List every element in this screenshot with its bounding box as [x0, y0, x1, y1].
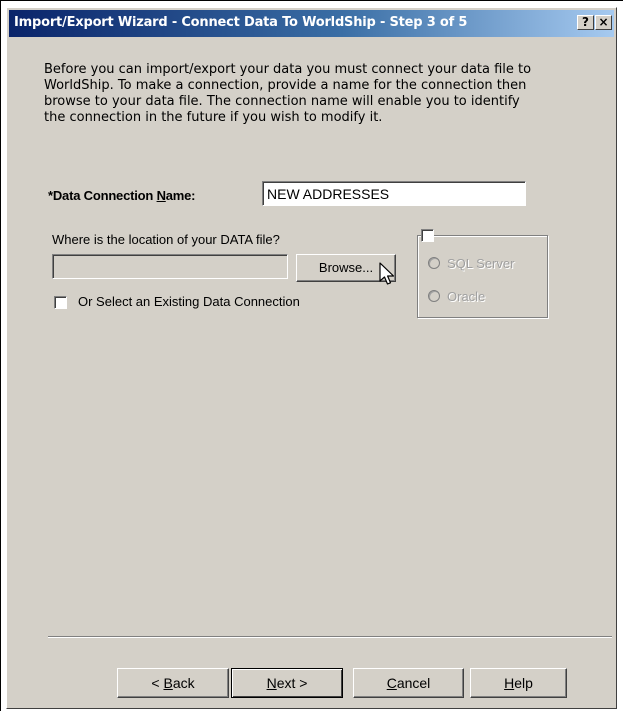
cancel-rest: ancel [396, 675, 431, 691]
sql-server-radio[interactable] [428, 257, 440, 269]
screenshot-frame: Import/Export Wizard - Connect Data To W… [0, 0, 623, 711]
label-mnemonic: N [156, 188, 166, 203]
title-bar[interactable]: Import/Export Wizard - Connect Data To W… [9, 10, 614, 37]
cancel-mnemonic: C [386, 675, 397, 691]
label-prefix: *Data Connection [48, 188, 157, 203]
button-separator [48, 636, 612, 638]
help-mnemonic: H [504, 675, 515, 691]
back-rest: ack [172, 675, 195, 691]
back-button[interactable]: < Back [117, 668, 229, 698]
next-rest: ext > [276, 675, 308, 691]
back-prefix: < [151, 675, 164, 691]
next-mnemonic: N [266, 675, 277, 691]
oracle-label: Oracle [447, 289, 486, 304]
help-rest: elp [514, 675, 533, 691]
oracle-radio[interactable] [428, 290, 440, 302]
help-title-button[interactable]: ? [577, 15, 594, 30]
data-connection-name-label: *Data Connection Name: [48, 188, 196, 203]
label-suffix: ame: [165, 188, 196, 203]
data-connection-name-input[interactable]: NEW ADDRESSES [262, 181, 526, 206]
existing-connection-checkbox[interactable] [54, 296, 67, 309]
data-file-path-field[interactable] [52, 254, 288, 279]
close-button[interactable]: × [595, 15, 612, 30]
database-type-checkbox[interactable] [421, 229, 434, 242]
sql-server-label: SQL Server [447, 256, 515, 271]
mouse-cursor-icon [379, 262, 395, 285]
help-button[interactable]: Help [470, 668, 567, 698]
window-title: Import/Export Wizard - Connect Data To W… [14, 15, 468, 30]
data-file-location-label: Where is the location of your DATA file? [52, 232, 280, 247]
database-type-group [417, 235, 548, 318]
back-mnemonic: B [163, 675, 173, 691]
existing-connection-label[interactable]: Or Select an Existing Data Connection [78, 294, 300, 309]
cancel-button[interactable]: Cancel [353, 668, 464, 698]
intro-text: Before you can import/export your data y… [44, 62, 532, 125]
next-button[interactable]: Next > [231, 668, 343, 698]
